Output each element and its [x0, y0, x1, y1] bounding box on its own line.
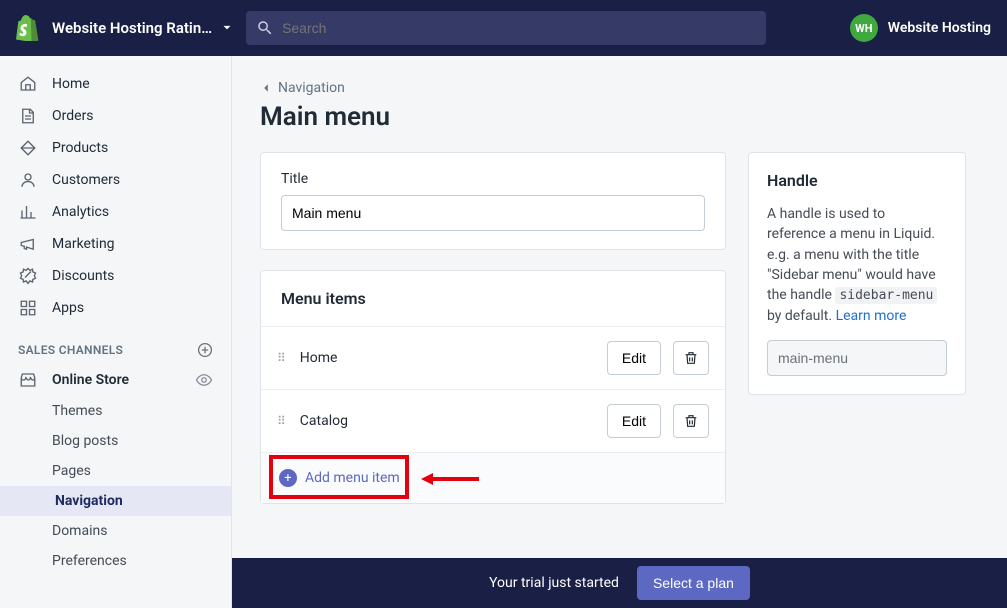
avatar: WH: [850, 14, 878, 42]
menu-item-name: Catalog: [300, 413, 595, 429]
drag-handle-icon[interactable]: ⠿: [277, 414, 288, 428]
chevron-left-icon: [260, 82, 272, 94]
handle-input[interactable]: [767, 340, 947, 376]
title-card: Title: [260, 152, 726, 250]
shopify-logo-icon: [16, 15, 40, 41]
nav-label: Customers: [52, 172, 120, 188]
sidebar-sub-preferences[interactable]: Preferences: [0, 546, 231, 576]
sidebar-item-apps[interactable]: Apps: [0, 292, 231, 324]
trash-icon: [683, 350, 699, 366]
edit-button[interactable]: Edit: [607, 404, 661, 438]
menu-items-heading: Menu items: [261, 271, 725, 327]
sidebar-sub-domains[interactable]: Domains: [0, 516, 231, 546]
nav-label: Products: [52, 140, 108, 156]
account-name: Website Hosting: [888, 20, 991, 36]
nav-label: Home: [52, 76, 90, 92]
add-channel-icon[interactable]: [197, 342, 213, 358]
menu-item-row: ⠿ Home Edit: [261, 327, 725, 390]
nav-label: Orders: [52, 108, 94, 124]
customers-icon: [18, 171, 38, 189]
analytics-icon: [18, 203, 38, 221]
sidebar-item-analytics[interactable]: Analytics: [0, 196, 231, 228]
edit-button[interactable]: Edit: [607, 341, 661, 375]
channel-label: Online Store: [52, 372, 129, 388]
products-icon: [18, 139, 38, 157]
trial-text: Your trial just started: [489, 575, 619, 591]
menu-item-name: Home: [300, 350, 595, 366]
handle-help-text: A handle is used to reference a menu in …: [767, 204, 947, 326]
sidebar-sub-pages[interactable]: Pages: [0, 456, 231, 486]
sidebar-item-marketing[interactable]: Marketing: [0, 228, 231, 260]
sidebar-item-orders[interactable]: Orders: [0, 100, 231, 132]
orders-icon: [18, 107, 38, 125]
delete-button[interactable]: [673, 404, 709, 438]
discounts-icon: [18, 267, 38, 285]
sidebar-item-customers[interactable]: Customers: [0, 164, 231, 196]
sidebar-sub-blog-posts[interactable]: Blog posts: [0, 426, 231, 456]
trash-icon: [683, 413, 699, 429]
plus-circle-icon: +: [279, 469, 297, 487]
store-name: Website Hosting Ratin…: [52, 19, 212, 37]
sales-channels-heading: SALES CHANNELS: [0, 324, 231, 364]
delete-button[interactable]: [673, 341, 709, 375]
page-title: Main menu: [260, 102, 979, 132]
sidebar-channel-online-store[interactable]: Online Store: [0, 364, 231, 396]
trial-banner: Your trial just started Select a plan: [232, 558, 1007, 608]
marketing-icon: [18, 235, 38, 253]
sidebar-item-discounts[interactable]: Discounts: [0, 260, 231, 292]
store-switcher[interactable]: Website Hosting Ratin…: [52, 19, 234, 37]
sidebar-item-home[interactable]: Home: [0, 68, 231, 100]
help-text-post: by default.: [767, 308, 836, 324]
sidebar-sub-themes[interactable]: Themes: [0, 396, 231, 426]
search-box[interactable]: [246, 11, 766, 45]
nav-label: Discounts: [52, 268, 114, 284]
add-menu-item[interactable]: + Add menu item: [261, 453, 725, 503]
menu-items-card: Menu items ⠿ Home Edit ⠿ Catalog Edit + Add m…: [260, 270, 726, 504]
handle-heading: Handle: [767, 171, 947, 190]
drag-handle-icon[interactable]: ⠿: [277, 351, 288, 365]
menu-item-row: ⠿ Catalog Edit: [261, 390, 725, 453]
home-icon: [18, 75, 38, 93]
top-bar: Website Hosting Ratin… WH Website Hostin…: [0, 0, 1007, 56]
sidebar-item-products[interactable]: Products: [0, 132, 231, 164]
handle-card: Handle A handle is used to reference a m…: [748, 152, 966, 395]
account-menu[interactable]: WH Website Hosting: [850, 14, 991, 42]
store-icon: [18, 371, 38, 389]
search-wrap: [246, 11, 838, 45]
title-label: Title: [281, 171, 705, 187]
help-code: sidebar-menu: [835, 287, 937, 304]
breadcrumb-label: Navigation: [278, 80, 345, 96]
nav-label: Marketing: [52, 236, 115, 252]
breadcrumb-back[interactable]: Navigation: [260, 80, 979, 96]
main-content: Navigation Main menu Title Menu items ⠿ H…: [232, 56, 1007, 608]
select-plan-button[interactable]: Select a plan: [637, 566, 750, 600]
learn-more-link[interactable]: Learn more: [836, 308, 907, 324]
title-input[interactable]: [281, 195, 705, 231]
nav-label: Analytics: [52, 204, 109, 220]
search-input[interactable]: [282, 20, 756, 36]
chevron-down-icon: [220, 21, 234, 35]
view-store-icon[interactable]: [195, 371, 213, 389]
nav-label: Apps: [52, 300, 84, 316]
sidebar: Home Orders Products Customers Analytics Mark…: [0, 56, 232, 608]
section-title: SALES CHANNELS: [18, 343, 123, 357]
add-menu-item-label: Add menu item: [305, 470, 400, 486]
sidebar-sub-navigation[interactable]: Navigation: [0, 486, 231, 516]
apps-icon: [18, 299, 38, 317]
search-icon: [256, 19, 274, 37]
